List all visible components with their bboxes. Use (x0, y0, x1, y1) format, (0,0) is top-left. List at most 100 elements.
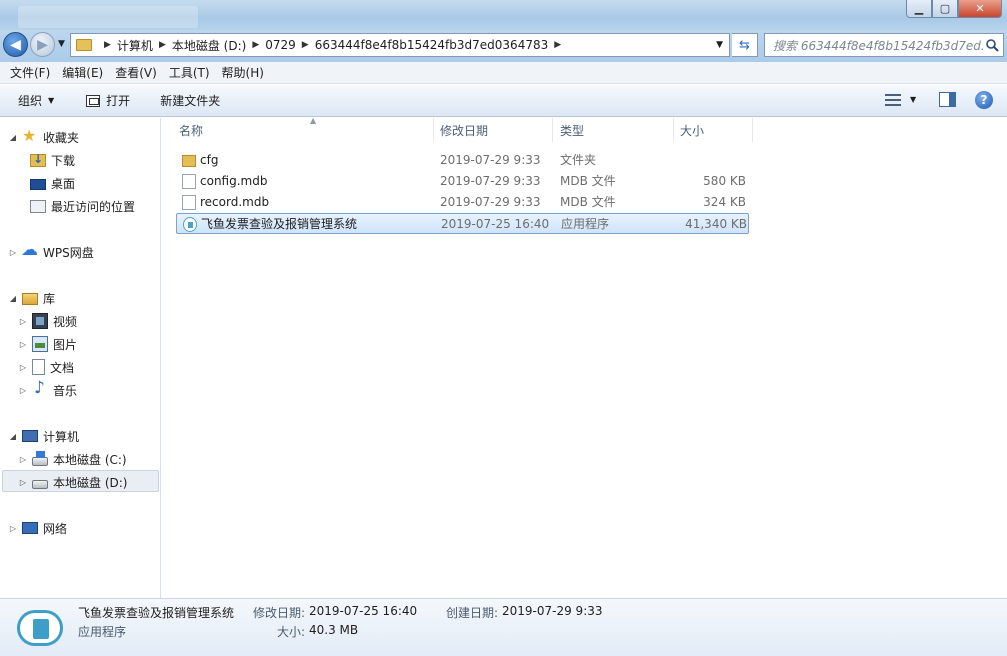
document-icon (32, 359, 45, 375)
file-type: 应用程序 (561, 217, 610, 231)
chevron-right-icon[interactable]: ▶ (252, 40, 259, 50)
nav-drive-d-label: 本地磁盘 (D:) (53, 475, 128, 490)
file-name: 飞鱼发票查验及报销管理系统 (201, 217, 358, 231)
file-row[interactable]: record.mdb 2019-07-29 9:33 MDB 文件 324 KB (176, 192, 749, 213)
menu-tools[interactable]: 工具(T) (163, 64, 216, 81)
chevron-right-icon[interactable]: ▶ (104, 40, 111, 50)
sort-ascending-icon: ▲ (310, 116, 317, 125)
minimize-button[interactable]: ▁ (906, 0, 932, 18)
nav-videos-label: 视频 (53, 314, 78, 329)
view-dropdown-caret-icon[interactable]: ▼ (910, 95, 916, 104)
file-row[interactable]: cfg 2019-07-29 9:33 文件夹 (176, 150, 749, 171)
expand-icon[interactable]: ◢ (8, 432, 18, 441)
new-folder-button[interactable]: 新建文件夹 (151, 89, 229, 113)
view-options-icon[interactable] (885, 94, 901, 106)
nav-computer[interactable]: ◢ 计算机 (8, 426, 79, 446)
nav-videos[interactable]: ▷ 视频 (18, 311, 77, 331)
menu-help[interactable]: 帮助(H) (216, 64, 270, 81)
menu-view[interactable]: 查看(V) (109, 64, 163, 81)
expand-icon[interactable]: ▷ (8, 248, 18, 257)
picture-icon (32, 336, 48, 352)
breadcrumb-drive-d[interactable]: 本地磁盘 (D:) (172, 37, 246, 54)
title-bar: ▁ ▢ ✕ (0, 0, 1007, 30)
back-button[interactable]: ◀ (3, 32, 28, 57)
nav-libraries[interactable]: ◢ 库 (8, 288, 55, 308)
file-type: MDB 文件 (560, 174, 616, 188)
nav-network[interactable]: ▷ 网络 (8, 518, 67, 538)
column-size-label: 大小 (680, 123, 705, 138)
details-file-type: 应用程序 (78, 625, 127, 639)
details-created-label: 创建日期: (446, 606, 499, 620)
column-header-type[interactable]: 类型 (555, 118, 674, 142)
expand-icon[interactable]: ▷ (18, 317, 28, 326)
folder-icon (182, 155, 196, 167)
nav-desktop[interactable]: 桌面 (30, 173, 75, 193)
organize-button[interactable]: 组织 ▼ (9, 89, 63, 113)
details-created-value: 2019-07-29 9:33 (502, 604, 603, 618)
nav-pictures[interactable]: ▷ 图片 (18, 334, 77, 354)
breadcrumb-computer[interactable]: 计算机 (117, 37, 153, 54)
file-row-selected[interactable]: 飞鱼发票查验及报销管理系统 2019-07-25 16:40 应用程序 41,3… (176, 213, 749, 234)
nav-drive-d[interactable]: ▷ 本地磁盘 (D:) (18, 472, 128, 492)
nav-drive-c-label: 本地磁盘 (C:) (53, 452, 127, 467)
maximize-button[interactable]: ▢ (932, 0, 958, 18)
address-history-dropdown[interactable]: ▼ (716, 40, 723, 50)
details-size-label: 大小: (277, 625, 306, 639)
expand-icon[interactable]: ◢ (8, 294, 18, 303)
forward-button[interactable]: ▶ (30, 32, 55, 57)
expand-icon[interactable]: ◢ (8, 133, 18, 142)
nav-recent-places[interactable]: 最近访问的位置 (30, 196, 135, 216)
nav-wps-cloud[interactable]: ▷ WPS网盘 (8, 240, 94, 262)
search-input[interactable]: 搜索 663444f8e4f8b15424fb3d7ed... (764, 33, 1004, 57)
arrow-left-icon: ◀ (10, 36, 21, 53)
folder-icon (76, 39, 92, 51)
breadcrumb-current-folder[interactable]: 663444f8e4f8b15424fb3d7ed0364783 (315, 38, 549, 52)
preview-pane-icon[interactable] (939, 92, 956, 107)
expand-icon[interactable]: ▷ (18, 340, 28, 349)
music-icon (32, 378, 48, 398)
expand-icon[interactable]: ▷ (18, 363, 28, 372)
menu-file[interactable]: 文件(F) (4, 64, 56, 81)
caret-down-icon: ▼ (48, 96, 55, 105)
breadcrumb-0729[interactable]: 0729 (265, 38, 296, 52)
search-icon[interactable] (985, 38, 999, 52)
refresh-button[interactable]: ⇆ (732, 33, 758, 57)
details-modified-value: 2019-07-25 16:40 (309, 604, 418, 618)
column-header-name[interactable]: ▲ 名称 (174, 116, 434, 142)
details-pane: 飞鱼发票查验及报销管理系统 应用程序 修改日期: 2019-07-25 16:4… (0, 598, 1007, 656)
chevron-right-icon[interactable]: ▶ (554, 40, 561, 50)
file-type: 文件夹 (560, 153, 597, 167)
menu-edit[interactable]: 编辑(E) (56, 64, 109, 81)
column-date-label: 修改日期 (440, 123, 489, 138)
chevron-right-icon[interactable]: ▶ (302, 40, 309, 50)
help-icon[interactable]: ? (975, 91, 993, 109)
file-type: MDB 文件 (560, 195, 616, 209)
details-modified-label: 修改日期: (253, 606, 306, 620)
expand-icon[interactable]: ▷ (18, 386, 28, 395)
nav-documents-label: 文档 (50, 360, 75, 375)
address-bar[interactable]: ▶ 计算机 ▶ 本地磁盘 (D:) ▶ 0729 ▶ 663444f8e4f8b… (70, 33, 730, 57)
open-button[interactable]: 打开 (77, 89, 139, 113)
column-header-date[interactable]: 修改日期 (435, 118, 553, 142)
column-header-size[interactable]: 大小 (675, 118, 753, 142)
nav-downloads[interactable]: 下载 (30, 150, 75, 170)
recent-pages-dropdown[interactable]: ▼ (58, 39, 65, 49)
arrow-right-icon: ▶ (37, 36, 48, 53)
nav-drive-c[interactable]: ▷ 本地磁盘 (C:) (18, 449, 127, 469)
expand-icon[interactable]: ▷ (18, 455, 28, 464)
expand-icon[interactable]: ▷ (18, 478, 28, 487)
refresh-icon: ⇆ (739, 37, 750, 53)
expand-icon[interactable]: ▷ (8, 524, 18, 533)
chevron-right-icon[interactable]: ▶ (159, 40, 166, 50)
drive-icon (32, 480, 48, 489)
menu-bar: 文件(F) 编辑(E) 查看(V) 工具(T) 帮助(H) (0, 62, 1007, 84)
recent-places-icon (30, 199, 46, 213)
nav-documents[interactable]: ▷ 文档 (18, 357, 74, 377)
search-placeholder: 搜索 663444f8e4f8b15424fb3d7ed... (773, 38, 985, 53)
file-row[interactable]: config.mdb 2019-07-29 9:33 MDB 文件 580 KB (176, 171, 749, 192)
close-button[interactable]: ✕ (958, 0, 1002, 18)
nav-music[interactable]: ▷ 音乐 (18, 378, 77, 400)
column-name-label: 名称 (179, 123, 204, 138)
file-date: 2019-07-29 9:33 (440, 174, 541, 188)
nav-favorites[interactable]: ◢ 收藏夹 (8, 126, 79, 147)
